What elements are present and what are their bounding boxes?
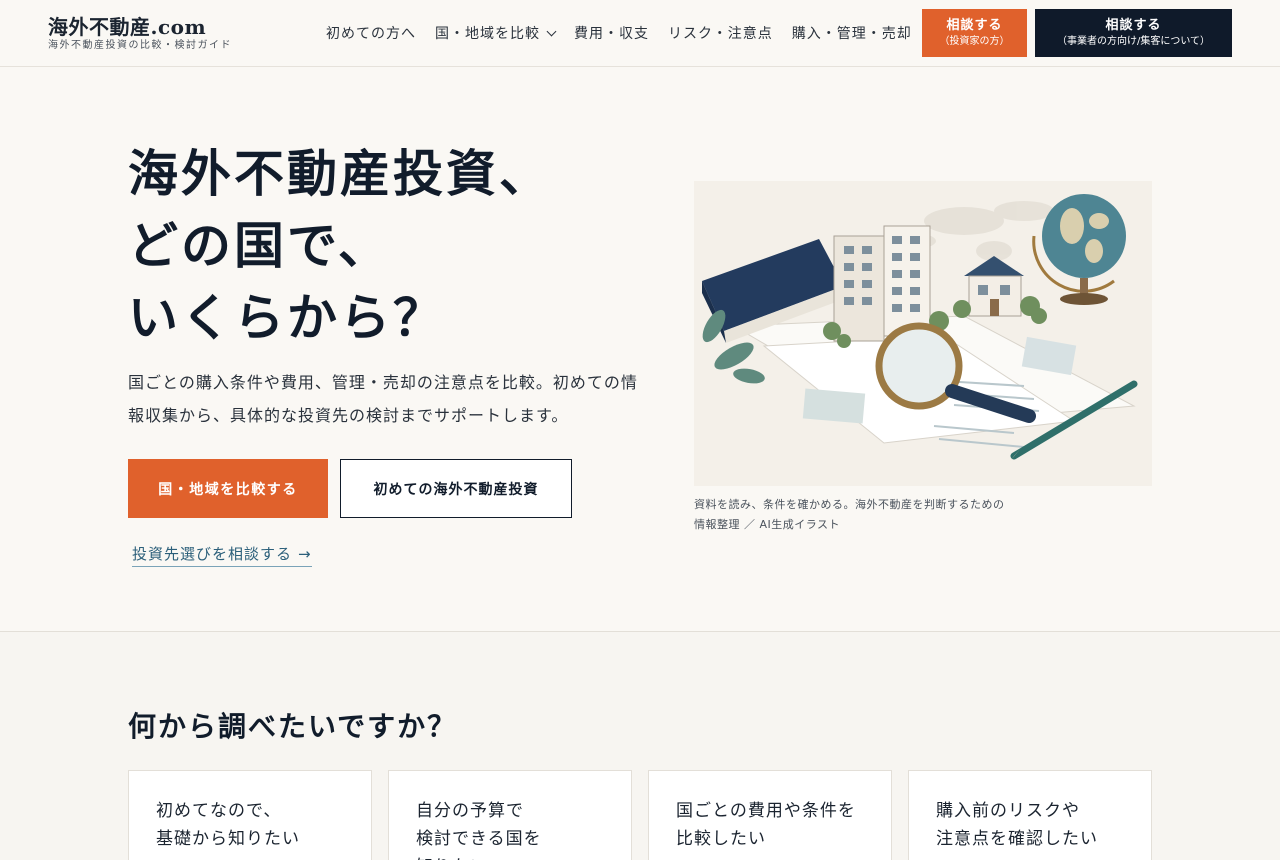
consult-investment-link[interactable]: 投資先選びを相談する → [132,543,312,567]
hero-title-line: どの国で、 [128,216,391,275]
nav-item-purchase-manage-sell[interactable]: 購入・管理・売却 [792,23,912,43]
topic-card-budget[interactable]: 自分の予算で 検討できる国を 知りたい [388,770,632,860]
consult-business-sublabel: （事業者の方向け/集客について） [1056,35,1211,47]
section-title: 何から調べたいですか？ [128,710,458,743]
nav-label: 購入・管理・売却 [791,26,912,42]
hero-title: 海外不動産投資、 どの国で、 いくらから？ [128,138,552,354]
caption-line: 情報整理 ／ AI生成イラスト [694,518,841,531]
topic-card-text: 自分の予算で 検討できる国を 知りたい [416,801,542,860]
hero-illustration [694,181,1152,486]
arrow-right-icon: → [298,545,312,563]
illustration-caption: 資料を読み、条件を確かめる。海外不動産を判断するための 情報整理 ／ AI生成イ… [694,495,1005,535]
topic-card-basics[interactable]: 初めてなので、 基礎から知りたい [128,770,372,860]
topic-card-risks[interactable]: 購入前のリスクや 注意点を確認したい [908,770,1152,860]
topic-card-text: 初めてなので、 基礎から知りたい [156,801,300,849]
site-header: 海外不動産.com 海外不動産投資の比較・検討ガイド 初めての方へ 国・地域を比… [0,0,1280,67]
beginners-guide-button[interactable]: 初めての海外不動産投資 [340,459,572,518]
hero-title-line: いくらから？ [128,288,446,347]
nav-item-costs[interactable]: 費用・収支 [574,23,649,43]
nav-label: 費用・収支 [574,26,649,42]
consult-link-label: 投資先選びを相談する [132,545,293,563]
site-logo[interactable]: 海外不動産.com 海外不動産投資の比較・検討ガイド [48,14,232,52]
topic-card-text: 購入前のリスクや 注意点を確認したい [936,801,1098,849]
hero-illustration-svg [694,181,1152,486]
main-nav: 初めての方へ 国・地域を比較 費用・収支 リスク・注意点 購入・管理・売却 [326,23,931,43]
consult-investor-button[interactable]: 相談する （投資家の方） [922,9,1027,57]
caption-line: 資料を読み、条件を確かめる。海外不動産を判断するための [694,498,1005,511]
hero-title-line: 海外不動産投資、 [128,144,552,203]
chevron-down-icon [546,26,557,36]
consult-investor-label: 相談する [946,17,1003,33]
nav-label: リスク・注意点 [668,26,773,42]
logo-title[interactable]: 海外不動産.com [48,14,232,40]
nav-label: 初めての方へ [326,26,416,42]
compare-countries-button[interactable]: 国・地域を比較する [128,459,328,518]
topic-card-compare[interactable]: 国ごとの費用や条件を 比較したい [648,770,892,860]
consult-investor-sublabel: （投資家の方） [939,35,1010,47]
nav-item-compare-countries[interactable]: 国・地域を比較 [435,23,557,43]
nav-item-risks[interactable]: リスク・注意点 [668,23,773,43]
nav-item-beginners[interactable]: 初めての方へ [326,23,416,43]
hero-description: 国ごとの購入条件や費用、管理・売却の注意点を比較。初めての情報収集から、具体的な… [128,373,638,425]
consult-business-button[interactable]: 相談する （事業者の方向け/集客について） [1035,9,1232,57]
consult-business-label: 相談する [1105,17,1162,33]
logo-subtitle: 海外不動産投資の比較・検討ガイド [48,40,232,51]
nav-label: 国・地域を比較 [435,26,540,42]
topic-card-text: 国ごとの費用や条件を 比較したい [676,801,856,849]
